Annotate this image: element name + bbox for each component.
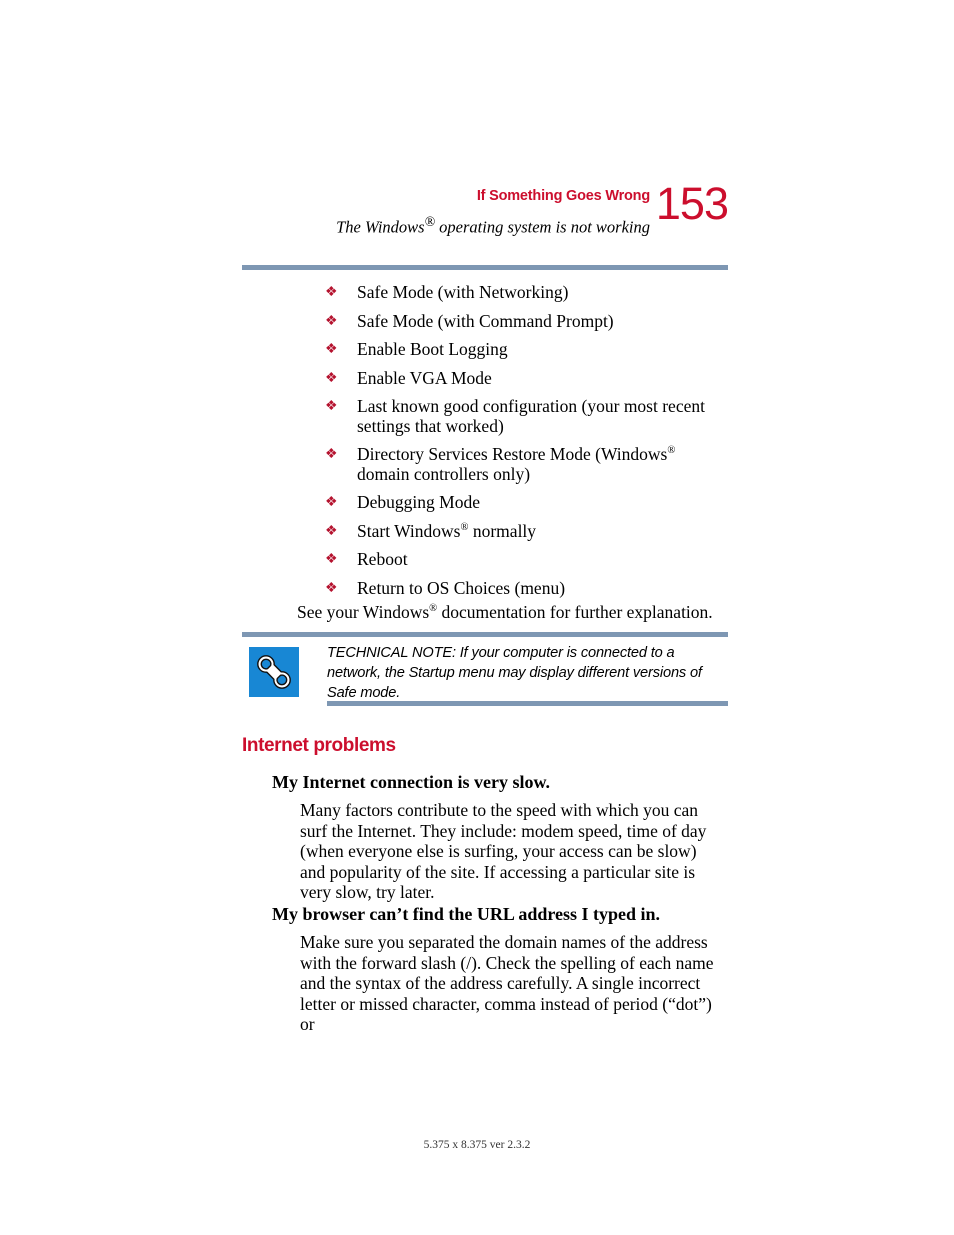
list-item-label: Start Windows® normally [357, 520, 537, 541]
document-page: If Something Goes Wrong The Windows® ope… [0, 0, 954, 1235]
question-heading: My browser can’t find the URL address I … [272, 904, 661, 924]
list-item-label: Safe Mode (with Command Prompt) [357, 310, 614, 331]
floret-bullet-icon: ❖ [325, 313, 338, 329]
list-item-label: Enable Boot Logging [357, 339, 508, 359]
startup-options-list: ❖ Safe Mode (with Networking) ❖ Safe Mode (… [325, 282, 725, 607]
list-item-label: Reboot [357, 549, 408, 569]
floret-bullet-icon: ❖ [325, 495, 338, 510]
technical-note-text: TECHNICAL NOTE: If your computer is conn… [327, 645, 702, 701]
page-number: 153 [655, 178, 729, 229]
list-item-label: Last known good configuration (your most… [357, 396, 705, 436]
list-item-label: Debugging Mode [357, 492, 480, 512]
floret-bullet-icon: ❖ [325, 342, 338, 357]
list-item: ❖ Reboot [325, 549, 725, 570]
list-item: ❖ Safe Mode (with Command Prompt) [325, 310, 725, 332]
list-item: ❖ Debugging Mode [325, 492, 725, 513]
section-heading-internet-problems: Internet problems [242, 735, 396, 756]
floret-bullet-icon: ❖ [325, 399, 338, 414]
list-item: ❖ Last known good configuration (your mos… [325, 396, 725, 436]
list-item-label: Safe Mode (with Networking) [357, 282, 569, 302]
list-item-label: Return to OS Choices (menu) [357, 577, 566, 598]
list-item: ❖ Start Windows® normally [325, 520, 725, 542]
section-subtitle: The Windows® operating system is not wor… [336, 214, 650, 237]
see-also-note: See your Windows® documentation for furt… [297, 602, 713, 622]
answer-paragraph: Many factors contribute to the speed wit… [300, 800, 707, 902]
header-divider-rule [242, 265, 728, 270]
floret-bullet-icon: ❖ [325, 523, 338, 539]
list-item: ❖ Safe Mode (with Networking) [325, 282, 725, 303]
chapter-title: If Something Goes Wrong [476, 188, 650, 204]
floret-bullet-icon: ❖ [325, 285, 338, 300]
list-item: ❖ Enable VGA Mode [325, 367, 725, 389]
floret-bullet-icon: ❖ [325, 552, 338, 567]
floret-bullet-icon: ❖ [325, 580, 338, 596]
header-text-block: If Something Goes Wrong The Windows® ope… [250, 186, 650, 239]
list-item-label: Enable VGA Mode [357, 367, 492, 388]
list-item: ❖ Enable Boot Logging [325, 339, 725, 360]
list-item: ❖ Directory Services Restore Mode (Window… [325, 444, 725, 484]
answer-paragraph: Make sure you separated the domain names… [300, 932, 714, 1034]
note-bottom-rule [327, 701, 728, 706]
page-header: If Something Goes Wrong The Windows® ope… [242, 178, 729, 256]
question-heading: My Internet connection is very slow. [272, 772, 550, 792]
page-footer: 5.375 x 8.375 ver 2.3.2 [423, 1139, 531, 1151]
list-item-label: Directory Services Restore Mode (Windows… [357, 444, 676, 484]
note-top-rule [242, 632, 728, 637]
floret-bullet-icon: ❖ [325, 370, 338, 386]
list-item: ❖ Return to OS Choices (menu) [325, 577, 725, 599]
floret-bullet-icon: ❖ [325, 447, 338, 462]
wrench-icon [249, 647, 299, 697]
